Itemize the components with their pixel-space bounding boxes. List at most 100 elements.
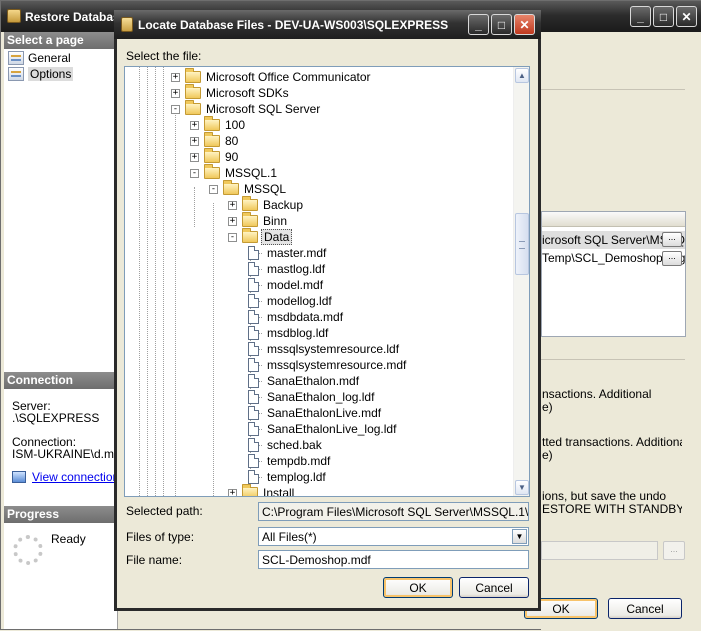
collapse-icon[interactable]: - xyxy=(190,168,199,178)
tree-file-node[interactable]: mssqlsystemresource.mdf xyxy=(248,357,408,373)
cancel-button[interactable]: Cancel xyxy=(459,577,529,598)
files-of-type-select[interactable]: All Files(*) ▼ xyxy=(258,527,529,546)
recovery-option-text: e) xyxy=(542,448,553,462)
folder-icon xyxy=(242,212,258,227)
file-icon xyxy=(248,454,259,468)
tree-node-label: SanaEthalon_log.ldf xyxy=(267,390,375,404)
minimize-icon[interactable]: _ xyxy=(630,6,651,27)
page-item-label: General xyxy=(28,51,71,65)
tree-file-node[interactable]: tempdb.mdf xyxy=(248,453,332,469)
tree-folder-node[interactable]: + Install xyxy=(228,484,296,496)
scroll-down-icon[interactable]: ▼ xyxy=(515,480,529,495)
file-icon xyxy=(248,390,259,404)
tree-node-label: Microsoft SQL Server xyxy=(206,102,321,116)
tree-node-label: SanaEthalon.mdf xyxy=(267,374,360,388)
tree-node-label: MSSQL xyxy=(244,182,287,196)
browse-button[interactable]: ... xyxy=(662,232,682,247)
server-value: .\SQLEXPRESS xyxy=(12,411,100,425)
tree-guide-line xyxy=(175,107,176,496)
window-title: Restore Database xyxy=(25,10,127,24)
tree-folder-node[interactable]: - MSSQL.1 xyxy=(190,164,279,181)
expand-icon[interactable]: + xyxy=(228,488,237,496)
close-icon[interactable]: ✕ xyxy=(514,14,535,35)
tree-file-node[interactable]: templog.ldf xyxy=(248,469,328,485)
tree-folder-node[interactable]: + Microsoft Office Communicator xyxy=(171,68,373,85)
database-app-icon xyxy=(7,9,21,23)
close-icon[interactable]: ✕ xyxy=(676,6,697,27)
file-name-input[interactable]: SCL-Demoshop.mdf xyxy=(258,550,529,569)
tree-file-node[interactable]: sched.bak xyxy=(248,437,324,453)
minimize-icon[interactable]: _ xyxy=(468,14,489,35)
scroll-thumb[interactable] xyxy=(515,213,529,275)
tree-node-label: 80 xyxy=(225,134,239,148)
tree-node-label: mastlog.ldf xyxy=(267,262,326,276)
tree-file-node[interactable]: master.mdf xyxy=(248,245,328,261)
tree-folder-node[interactable]: + Binn xyxy=(228,212,289,229)
standby-browse-button[interactable]: ... xyxy=(663,541,685,560)
tree-folder-node[interactable]: +80 xyxy=(190,132,240,149)
expand-icon[interactable]: + xyxy=(171,88,180,98)
file-icon xyxy=(248,294,259,308)
folder-icon xyxy=(242,196,258,211)
tree-folder-node[interactable]: - Microsoft SQL Server xyxy=(171,100,322,117)
tree-file-node[interactable]: modellog.ldf xyxy=(248,293,334,309)
expand-icon[interactable]: + xyxy=(190,152,199,162)
tree-node-label: templog.ldf xyxy=(267,470,326,484)
browse-button[interactable]: ... xyxy=(662,251,682,266)
tree-node-label: msdbdata.mdf xyxy=(267,310,344,324)
expand-icon[interactable]: + xyxy=(171,72,180,82)
folder-icon xyxy=(185,84,201,99)
maximize-icon[interactable]: □ xyxy=(491,14,512,35)
tree-scrollbar[interactable]: ▲ ▼ xyxy=(513,67,529,496)
tree-file-node[interactable]: msdbdata.mdf xyxy=(248,309,345,325)
tree-file-node[interactable]: SanaEthalon_log.ldf xyxy=(248,389,376,405)
page-item-options[interactable]: Options xyxy=(8,66,74,82)
tree-content: + Microsoft Office Communicator + Microsoft… xyxy=(125,67,514,496)
tree-file-node[interactable]: mssqlsystemresource.ldf xyxy=(248,341,401,357)
maximize-icon[interactable]: □ xyxy=(653,6,674,27)
tree-file-node[interactable]: msdblog.ldf xyxy=(248,325,330,341)
tree-node-label: SanaEthalonLive_log.ldf xyxy=(267,422,397,436)
connection-value: ISM-UKRAINE\d.morozov xyxy=(12,447,122,461)
tree-file-node[interactable]: SanaEthalonLive_log.ldf xyxy=(248,421,398,437)
view-connection-properties[interactable]: View connection properties xyxy=(12,470,122,484)
expand-icon[interactable]: + xyxy=(190,136,199,146)
tree-folder-node[interactable]: + Microsoft SDKs xyxy=(171,84,291,101)
file-tree[interactable]: + Microsoft Office Communicator + Microsoft… xyxy=(124,66,530,497)
selected-path-field[interactable]: C:\Program Files\Microsoft SQL Server\MS… xyxy=(258,502,529,521)
tree-node-label: Install xyxy=(263,486,295,496)
expand-icon[interactable]: + xyxy=(190,120,199,130)
recovery-option-text: nsactions. Additional xyxy=(542,387,652,401)
dialog-titlebar[interactable]: Locate Database Files - DEV-UA-WS003\SQL… xyxy=(114,10,541,39)
expand-icon[interactable]: + xyxy=(228,200,237,210)
expand-icon[interactable]: + xyxy=(228,216,237,226)
tree-file-node[interactable]: mastlog.ldf xyxy=(248,261,327,277)
cancel-button[interactable]: Cancel xyxy=(608,598,682,619)
collapse-icon[interactable]: - xyxy=(228,232,237,242)
tree-node-label: modellog.ldf xyxy=(267,294,332,308)
recovery-option-text: e) xyxy=(542,400,553,414)
tree-file-node[interactable]: SanaEthalonLive.mdf xyxy=(248,405,383,421)
page-item-general[interactable]: General xyxy=(8,50,71,66)
ok-button[interactable]: OK xyxy=(383,577,453,598)
chevron-down-icon[interactable]: ▼ xyxy=(512,529,527,544)
tree-file-node[interactable]: SanaEthalon.mdf xyxy=(248,373,361,389)
tree-folder-node[interactable]: +90 xyxy=(190,148,240,165)
tree-guide-line xyxy=(163,67,164,496)
tree-folder-node[interactable]: - Data xyxy=(228,228,293,245)
collapse-icon[interactable]: - xyxy=(209,184,218,194)
tree-folder-node[interactable]: +100 xyxy=(190,116,247,133)
restore-files-grid[interactable]: icrosoft SQL Server\MSSQL Temp\SCL_Demos… xyxy=(541,211,686,337)
collapse-icon[interactable]: - xyxy=(171,104,180,114)
tree-node-label: sched.bak xyxy=(267,438,322,452)
connection-properties-icon xyxy=(12,471,26,483)
standby-file-field[interactable] xyxy=(541,541,658,560)
divider xyxy=(541,359,685,360)
tree-node-label: Backup xyxy=(263,198,304,212)
scroll-up-icon[interactable]: ▲ xyxy=(515,68,529,83)
tree-node-label: 90 xyxy=(225,150,239,164)
tree-folder-node[interactable]: + Backup xyxy=(228,196,305,213)
view-connection-link[interactable]: View connection properties xyxy=(32,470,122,484)
tree-folder-node[interactable]: - MSSQL xyxy=(209,180,288,197)
tree-file-node[interactable]: model.mdf xyxy=(248,277,325,293)
